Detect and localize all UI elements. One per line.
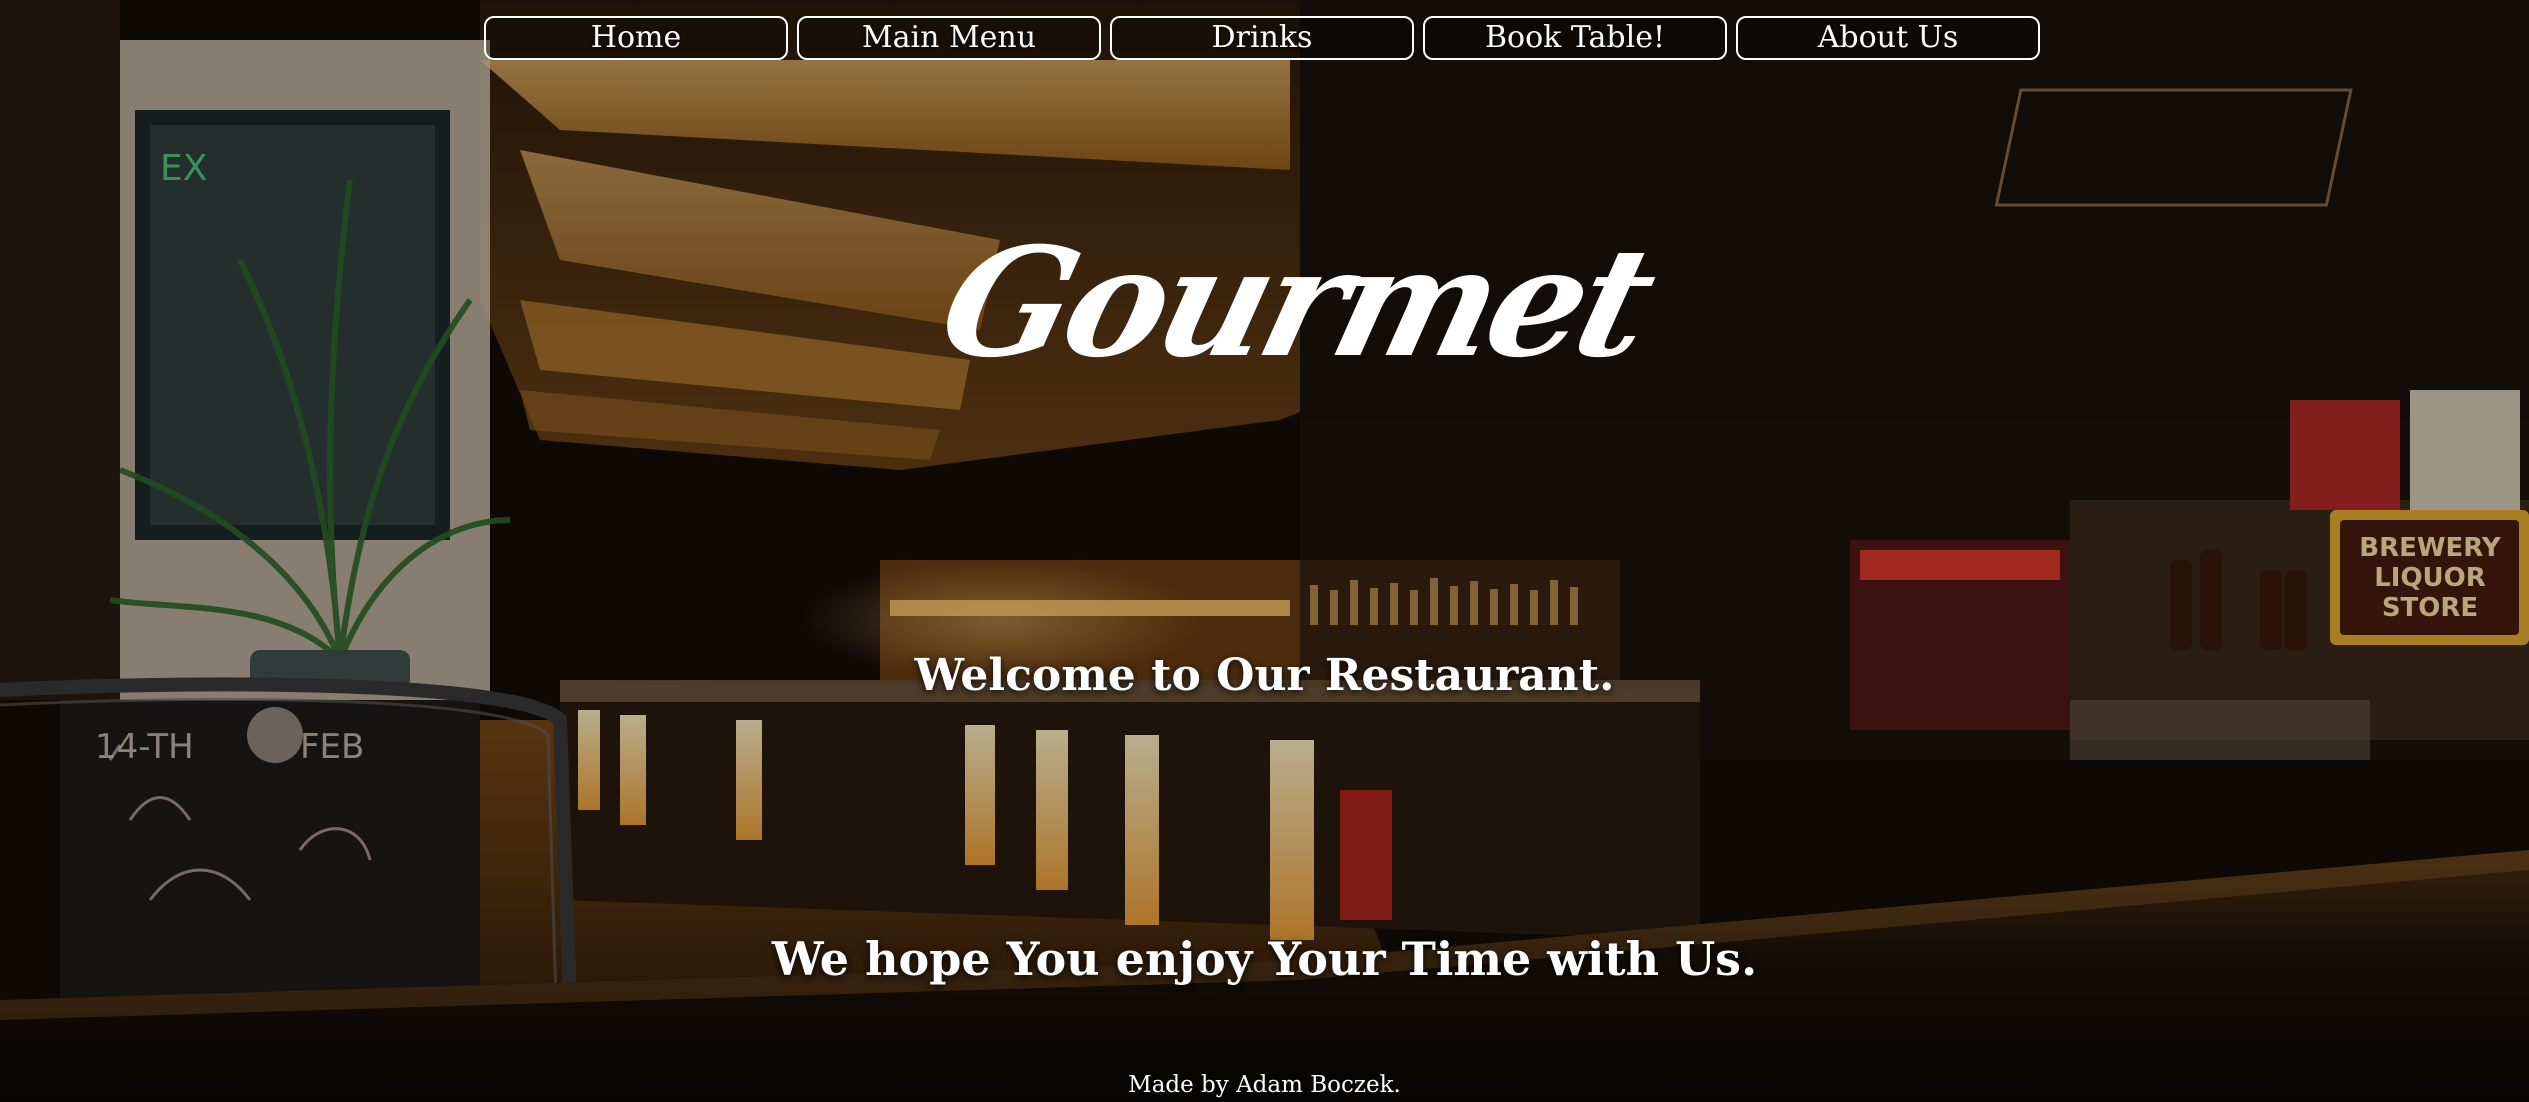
nav-home-button[interactable]: Home [484,16,788,60]
main-navigation: Home Main Menu Drinks Book Table! About … [484,16,2040,60]
gourmet-logo: Gourmet [925,205,1671,395]
page: EX BREWERY LIQUOR STORE 14-TH FEB Home M… [0,0,2529,1102]
footer-credit: Made by Adam Boczek. [1128,1072,1401,1098]
nav-main-menu-button[interactable]: Main Menu [797,16,1101,60]
logo-graphic: Gourmet [925,214,1671,390]
nav-book-table-button[interactable]: Book Table! [1423,16,1727,60]
tagline-heading: We hope You enjoy Your Time with Us. [771,932,1758,986]
nav-drinks-button[interactable]: Drinks [1110,16,1414,60]
logo-text: Gourmet [925,214,1671,390]
nav-about-us-button[interactable]: About Us [1736,16,2040,60]
welcome-heading: Welcome to Our Restaurant. [914,650,1615,701]
